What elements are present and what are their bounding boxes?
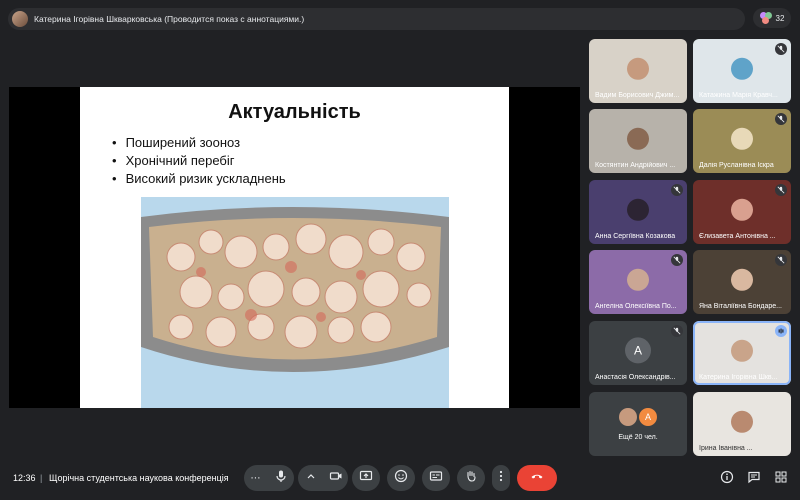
participant-video — [731, 57, 753, 80]
participant-name: Ангеліна Олексіївна По... — [595, 303, 677, 310]
mic-off-icon — [775, 254, 787, 266]
participant-tile[interactable]: Костянтин Андрійович ... — [589, 109, 687, 173]
participant-video — [627, 268, 649, 291]
more-vert-icon — [494, 469, 508, 488]
participant-tile-active-speaker[interactable]: Катерина Ігорівна Шкв... — [693, 321, 791, 385]
meeting-title: Щорічна студентська наукова конференція — [49, 473, 229, 483]
info-icon — [720, 470, 734, 489]
hang-up-icon — [530, 469, 544, 488]
participant-initial-avatar: A — [639, 408, 657, 426]
mic-options-icon[interactable]: ⋯ — [251, 473, 261, 484]
chat-button[interactable] — [744, 469, 764, 489]
more-participants-tile[interactable]: A Ещё 20 чел. — [589, 392, 687, 456]
chat-icon — [747, 470, 761, 489]
participant-video — [731, 198, 753, 221]
participant-tile[interactable]: Вадим Борисович Джим... — [589, 39, 687, 103]
participant-name: Катажина Марія Кравч... — [699, 92, 778, 99]
control-bar: 12:36 | Щорічна студентська наукова конф… — [0, 462, 800, 494]
participant-tile[interactable]: Ірина Іванівна ... — [693, 392, 791, 456]
participant-video — [731, 268, 753, 291]
hand-icon — [464, 469, 478, 488]
mic-off-icon — [775, 184, 787, 196]
presentation-slide: Актуальність Поширений зооноз Хронічний … — [80, 87, 509, 408]
presenter-text: Катерина Ігорівна Шкварковська (Проводит… — [34, 14, 305, 24]
more-participants-label: Ещё 20 чел. — [618, 434, 658, 441]
activities-button[interactable] — [771, 469, 791, 489]
participant-name: Ірина Іванівна ... — [699, 445, 753, 452]
camera-controls — [298, 465, 348, 491]
participant-video — [731, 410, 753, 433]
mic-controls: ⋯ — [244, 465, 294, 491]
participant-tile[interactable]: Далія Русланівна Іскра — [693, 109, 791, 173]
end-call-button[interactable] — [517, 465, 557, 491]
activities-grid-icon — [774, 470, 788, 489]
mic-off-icon — [775, 113, 787, 125]
slide-bullet: Високий ризик ускладнень — [112, 170, 509, 188]
slide-title: Актуальність — [228, 101, 361, 123]
emoji-icon — [394, 469, 408, 488]
participant-name: Єлизавета Антонівна ... — [699, 233, 776, 240]
camera-icon[interactable] — [329, 469, 343, 488]
slide-bullets: Поширений зооноз Хронічний перебіг Висок… — [112, 134, 509, 188]
slide-photo — [141, 197, 449, 408]
participant-initial-avatar: A — [625, 337, 651, 364]
meeting-info-button[interactable] — [717, 469, 737, 489]
captions-button[interactable] — [422, 465, 450, 491]
participants-count-badge[interactable]: 32 — [753, 8, 791, 28]
present-screen-icon — [359, 469, 373, 488]
participant-tile[interactable]: A Анастасія Олександрів... — [589, 321, 687, 385]
participant-name: Костянтин Андрійович ... — [595, 162, 676, 169]
mic-off-icon — [671, 325, 683, 337]
participant-tile[interactable]: Анна Сергіївна Козакова — [589, 180, 687, 244]
mic-off-icon — [671, 254, 683, 266]
participant-video — [627, 198, 649, 221]
mic-off-icon — [671, 184, 683, 196]
participant-tile[interactable]: Ангеліна Олексіївна По... — [589, 250, 687, 314]
slide-bullet: Поширений зооноз — [112, 134, 509, 152]
participant-thumb — [619, 408, 637, 426]
presenter-avatar — [12, 11, 28, 27]
participant-name: Анастасія Олександрів... — [595, 374, 676, 381]
participant-tile[interactable]: Яна Віталіївна Бондаре... — [693, 250, 791, 314]
participant-video — [627, 127, 649, 150]
participant-video — [627, 57, 649, 80]
more-options-button[interactable] — [492, 465, 510, 491]
active-speaker-ring — [693, 321, 791, 385]
separator: | — [40, 473, 43, 483]
participant-tile[interactable]: Єлизавета Антонівна ... — [693, 180, 791, 244]
participants-avatars-icon — [759, 12, 772, 24]
participant-name: Далія Русланівна Іскра — [699, 162, 774, 169]
participant-name: Яна Віталіївна Бондаре... — [699, 303, 782, 310]
participant-name: Вадим Борисович Джим... — [595, 92, 680, 99]
chevron-up-icon[interactable] — [304, 469, 318, 488]
reactions-button[interactable] — [387, 465, 415, 491]
participant-count: 32 — [775, 13, 785, 23]
presentation-banner: Катерина Ігорівна Шкварковська (Проводит… — [8, 8, 745, 30]
mic-icon[interactable] — [274, 469, 288, 488]
mic-off-icon — [775, 43, 787, 55]
present-button[interactable] — [352, 465, 380, 491]
captions-icon — [429, 469, 443, 488]
shared-screen: Актуальність Поширений зооноз Хронічний … — [9, 87, 580, 408]
participant-video — [731, 127, 753, 150]
participant-name: Анна Сергіївна Козакова — [595, 233, 676, 240]
clock: 12:36 — [13, 473, 36, 483]
participant-tile[interactable]: Катажина Марія Кравч... — [693, 39, 791, 103]
slide-bullet: Хронічний перебіг — [112, 152, 509, 170]
raise-hand-button[interactable] — [457, 465, 485, 491]
